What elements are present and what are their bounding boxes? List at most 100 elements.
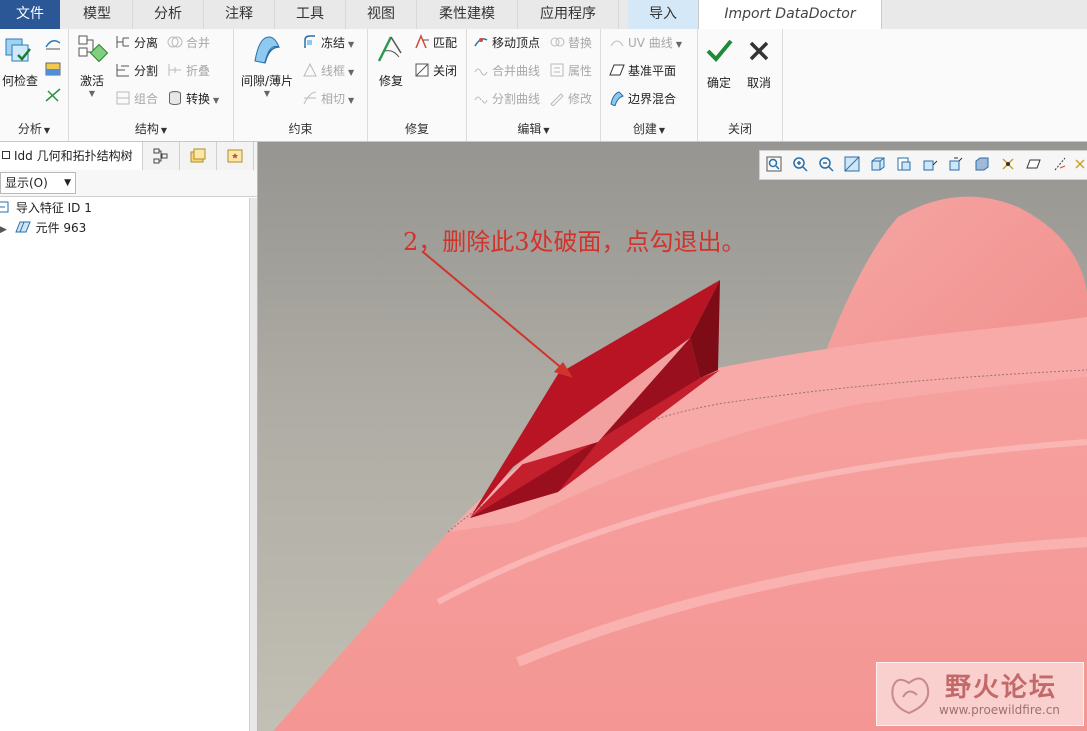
group-close-label: 关闭 [727,122,752,136]
property-button[interactable]: 属性 [549,61,592,81]
repair-button[interactable]: 修复 [372,33,410,89]
forum-logo-icon [891,677,930,715]
display-dropdown[interactable]: 显示(O) ▼ [0,172,76,194]
match-icon [415,34,429,49]
tab-import-datadoctor[interactable]: Import DataDoctor [698,0,882,29]
group-analysis: 何检查 分析 ▼ [0,29,69,141]
view-manager-icon[interactable] [922,156,938,172]
tree-item-import-feature[interactable]: 导入特征 ID 1 [0,198,250,218]
tab-layer-tree[interactable] [143,142,180,170]
group-edit-label[interactable]: 编辑 ▼ [467,120,600,137]
tab-analysis[interactable]: 分析 [133,0,204,29]
group-repair-label: 修复 [404,122,429,136]
geometry-check-label: 何检查 [1,74,38,88]
graphics-viewport[interactable]: 2，删除此3处破面，点勾退出。 野火论坛 www.proewildfire.cn [258,142,1087,731]
cancel-button[interactable]: 取消 [740,35,778,91]
tab-favorites[interactable] [217,142,254,170]
gap-sliver-dropdown-icon[interactable]: ▼ [238,89,296,98]
merge-curve-button[interactable]: 合并曲线 [473,61,540,81]
more-icon[interactable] [1074,156,1086,172]
split-curve-icon [474,96,488,104]
activate-label: 激活 [79,74,104,88]
group-structure-label[interactable]: 结构 ▼ [69,120,233,137]
panel-tabs: Idd 几何和拓扑结构树 [0,142,257,171]
zoom-in-icon[interactable] [792,156,808,172]
tab-import[interactable]: 导入 [628,0,698,29]
activate-dropdown-icon[interactable]: ▼ [73,89,111,98]
separate-button[interactable]: 分离 [115,33,158,53]
freeze-dropdown-icon[interactable]: ▼ [348,40,354,49]
tab-file[interactable]: 文件 [0,0,60,29]
gap-sliver-label: 间隙/薄片 [240,74,294,88]
repaint-icon[interactable] [844,156,860,172]
refit-icon[interactable] [766,156,782,172]
tree-tab-icon [2,151,10,159]
convert-icon [169,91,181,105]
convert-button[interactable]: 转换 ▼ [167,89,219,109]
display-bar: 显示(O) ▼ [0,170,257,197]
tree-item-label: 元件 963 [35,221,87,235]
wireframe-button[interactable]: 线框 ▼ [302,61,354,81]
group-analysis-label[interactable]: 分析 ▼ [0,120,68,137]
datum-display-icon[interactable] [1000,156,1016,172]
activate-icon [78,35,109,63]
datum-plane-icon [609,64,625,76]
close-gap-button[interactable]: 关闭 [414,61,457,81]
split-curve-button[interactable]: 分割曲线 [473,89,540,109]
datum-plane-button[interactable]: 基准平面 [609,61,676,81]
merge-button[interactable]: 合并 [167,33,210,53]
watermark-url: www.proewildfire.cn [939,703,1060,717]
favorites-icon [227,149,243,163]
ok-button[interactable]: 确定 [700,35,738,91]
modify-button[interactable]: 修改 [549,89,592,109]
tab-tools[interactable]: 工具 [275,0,346,29]
panel-scrollbar[interactable] [249,198,257,731]
group-create-label[interactable]: 创建 ▼ [601,120,697,137]
wireframe-icon [303,62,317,77]
tab-geometry-topology-tree[interactable]: Idd 几何和拓扑结构树 [0,142,143,170]
replace-icon [550,37,565,47]
fold-icon [168,64,181,76]
tangent-button[interactable]: 相切 ▼ [302,89,354,109]
display-style-icon[interactable] [870,156,886,172]
group-constraint: 间隙/薄片 ▼ 冻结 ▼ 线框 ▼ 相切 ▼ 约束 [234,29,368,141]
perspective-view-icon[interactable] [948,156,964,172]
group-button[interactable]: 组合 [115,89,158,109]
tree-item-component[interactable]: ▶ 元件 963 [0,218,250,238]
plane-display-icon[interactable] [1026,156,1042,172]
group-structure: 激活 ▼ 分离 分割 组合 合并 折叠 转换 ▼ 结构 ▼ [69,29,234,141]
move-vertex-button[interactable]: 移动顶点 [473,33,540,53]
annotation-text: 2，删除此3处破面，点勾退出。 [403,228,746,256]
draft-analysis-icon[interactable] [44,87,62,103]
axis-display-icon[interactable] [1052,156,1068,172]
tab-applications[interactable]: 应用程序 [518,0,619,29]
forum-watermark: 野火论坛 www.proewildfire.cn [876,662,1084,726]
uv-curve-button[interactable]: UV 曲线 ▼ [609,33,682,53]
surface-analysis-icon[interactable] [44,35,62,51]
group-repair: 修复 匹配 关闭 修复 [368,29,467,141]
activate-button[interactable]: 激活 ▼ [73,33,111,98]
fold-button[interactable]: 折叠 [167,61,210,81]
modify-icon [550,93,564,106]
boundary-blend-button[interactable]: 边界混合 [609,89,676,109]
freeze-button[interactable]: 冻结 ▼ [302,33,354,53]
tab-folder-browser[interactable] [180,142,217,170]
expand-arrow-icon[interactable]: ▶ [0,225,7,235]
geometry-check-button[interactable]: 何检查 [0,33,40,89]
tab-model[interactable]: 模型 [62,0,133,29]
split-button[interactable]: 分割 [115,61,158,81]
tab-view[interactable]: 视图 [346,0,417,29]
section-view-icon[interactable] [974,156,990,172]
curvature-analysis-icon[interactable] [44,61,62,77]
replace-button[interactable]: 替换 [549,33,592,53]
tab-flexible-modeling[interactable]: 柔性建模 [417,0,518,29]
group-constraint-label: 约束 [288,122,313,136]
convert-dropdown-icon[interactable]: ▼ [213,96,219,105]
tab-annotate[interactable]: 注释 [204,0,275,29]
layer-tree-icon [153,148,168,164]
geometry-check-icon [5,38,31,62]
match-button[interactable]: 匹配 [414,33,457,53]
saved-orientations-icon[interactable] [896,156,912,172]
zoom-out-icon[interactable] [818,156,834,172]
gap-sliver-button[interactable]: 间隙/薄片 ▼ [238,33,296,98]
